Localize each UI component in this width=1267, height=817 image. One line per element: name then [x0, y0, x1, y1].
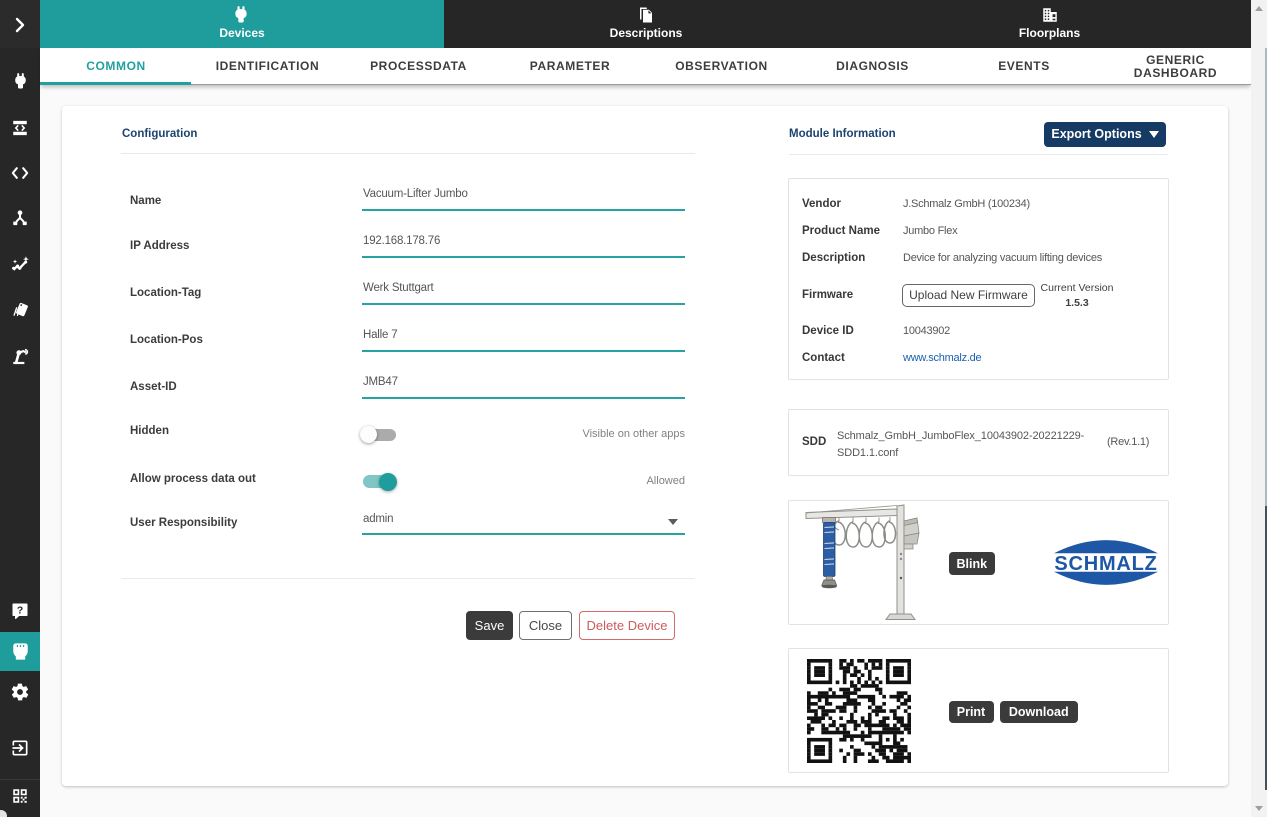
svg-text:SCHMALZ: SCHMALZ: [1054, 553, 1157, 575]
svg-text:?: ?: [17, 605, 23, 616]
